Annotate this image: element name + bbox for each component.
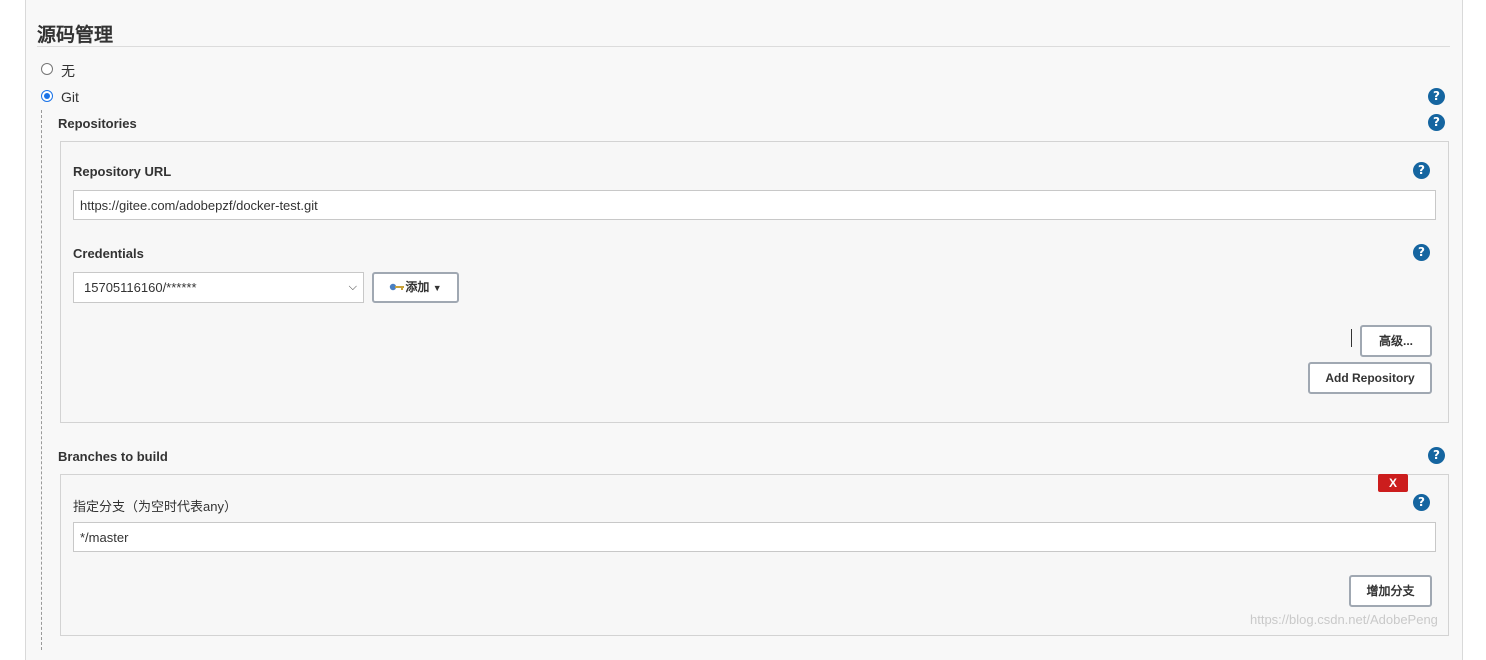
branch-specifier-label: 指定分支（为空时代表any） <box>73 499 237 514</box>
repositories-label: Repositories <box>58 116 137 131</box>
scm-none-radio[interactable] <box>41 63 53 75</box>
section-divider <box>37 46 1450 47</box>
repository-url-input[interactable] <box>73 190 1436 220</box>
advanced-button[interactable]: 高级... <box>1360 325 1432 357</box>
add-credentials-label: 添加 <box>405 280 430 294</box>
credentials-select[interactable]: 15705116160/****** ⌵ <box>73 272 364 303</box>
credentials-label: Credentials <box>73 246 144 261</box>
credentials-help-icon[interactable]: ? <box>1413 244 1430 261</box>
chevron-down-icon: ⌵ <box>348 281 357 293</box>
repositories-help-icon[interactable]: ? <box>1428 114 1445 131</box>
add-repository-button[interactable]: Add Repository <box>1308 362 1432 394</box>
branches-label: Branches to build <box>58 449 168 464</box>
repository-url-label: Repository URL <box>73 164 172 179</box>
branch-box <box>60 474 1449 636</box>
key-icon <box>390 283 405 291</box>
branch-specifier-input[interactable] <box>73 522 1436 552</box>
text-cursor <box>1351 329 1352 347</box>
branches-help-icon[interactable]: ? <box>1428 447 1445 464</box>
repository-url-help-icon[interactable]: ? <box>1413 162 1430 179</box>
git-help-icon[interactable]: ? <box>1428 88 1445 105</box>
add-branch-button[interactable]: 增加分支 <box>1349 575 1432 607</box>
scm-none-label: 无 <box>61 63 75 79</box>
git-config-dashed-border <box>41 110 42 650</box>
section-title: 源码管理 <box>37 24 114 46</box>
add-credentials-button[interactable]: 添加 ▼ <box>372 272 459 303</box>
scm-git-label: Git <box>61 89 79 105</box>
dropdown-caret-icon: ▼ <box>432 283 442 293</box>
branch-specifier-help-icon[interactable]: ? <box>1413 494 1430 511</box>
delete-branch-button[interactable]: X <box>1378 474 1408 492</box>
credentials-selected-value: 15705116160/****** <box>84 280 197 295</box>
watermark: https://blog.csdn.net/AdobePeng <box>1250 612 1438 627</box>
scm-git-radio[interactable] <box>41 90 53 102</box>
